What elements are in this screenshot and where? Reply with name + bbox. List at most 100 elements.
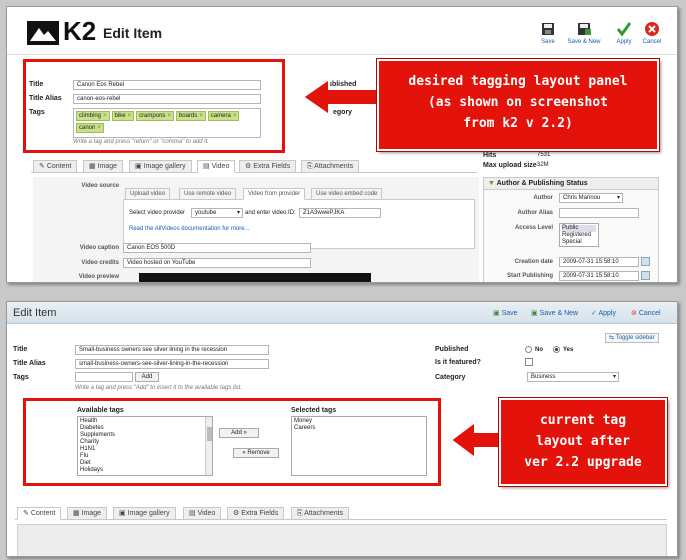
content-editor-area[interactable] bbox=[17, 524, 667, 556]
wrench-icon: ⚙ bbox=[233, 510, 242, 517]
video-id-input[interactable]: Z1A3wwePJKA bbox=[299, 208, 381, 218]
video-credits-input[interactable]: Video hosted on YouTube bbox=[123, 258, 311, 268]
image-icon: ▦ bbox=[89, 163, 98, 170]
callout-line: desired tagging layout panel bbox=[408, 74, 628, 89]
cancel-button[interactable]: ⊘ Cancel bbox=[631, 309, 661, 317]
cancel-icon: ⊘ bbox=[631, 310, 639, 317]
access-option[interactable]: Public bbox=[562, 225, 596, 232]
doc-icon: ✎ bbox=[23, 510, 31, 517]
subtab-remote-video[interactable]: Use remote video bbox=[179, 188, 237, 200]
callout-line: from k2 v 2.2) bbox=[463, 116, 573, 131]
published-yes-label: Yes bbox=[563, 347, 574, 353]
author-publishing-header[interactable]: ▼ Author & Publishing Status bbox=[484, 178, 658, 190]
title-label: Title bbox=[13, 346, 28, 353]
callout-line: (as shown on screenshot bbox=[427, 95, 608, 110]
callout-arrow-left-icon bbox=[301, 77, 379, 117]
featured-checkbox[interactable] bbox=[525, 358, 533, 366]
tab-image-gallery[interactable]: ▣ Image gallery bbox=[113, 507, 176, 520]
bottom-header: Edit Item ▣ Save ▣ Save & New ✓ Apply ⊘ … bbox=[7, 302, 677, 324]
chevron-down-icon: ▾ bbox=[612, 374, 616, 380]
tab-attachments[interactable]: ⎘ Attachments bbox=[291, 507, 350, 520]
tab-content[interactable]: ✎ Content bbox=[33, 160, 78, 173]
provider-select[interactable]: youtube ▾ bbox=[191, 208, 243, 218]
video-source-box bbox=[123, 199, 475, 249]
cancel-button[interactable]: Cancel bbox=[631, 21, 673, 45]
apply-label: Apply bbox=[616, 39, 632, 45]
tag-input[interactable] bbox=[75, 372, 133, 382]
apply-button[interactable]: ✓ Apply bbox=[591, 309, 616, 317]
callout-line: layout after bbox=[536, 434, 630, 449]
gallery-icon: ▣ bbox=[119, 510, 128, 517]
video-caption-input[interactable]: Canon EOS 500D bbox=[123, 243, 311, 253]
subtab-upload-video[interactable]: Upload video bbox=[125, 188, 171, 200]
published-no-radio[interactable] bbox=[525, 346, 532, 353]
film-icon: ▤ bbox=[189, 510, 198, 517]
allvideos-docs-link[interactable]: Read the AllVideos documentation for mor… bbox=[129, 226, 250, 232]
hits-label: Hits bbox=[483, 152, 497, 159]
calendar-icon[interactable] bbox=[641, 271, 650, 280]
film-icon: ▤ bbox=[203, 163, 212, 170]
category-label: Category bbox=[435, 374, 466, 381]
expand-arrow-icon: ▼ bbox=[488, 180, 497, 187]
max-upload-label: Max upload size bbox=[483, 162, 537, 169]
tab-image-gallery[interactable]: ▣ Image gallery bbox=[129, 160, 192, 173]
tab-attachments[interactable]: ⎘ Attachments bbox=[301, 160, 360, 173]
current-layout-highlight bbox=[23, 398, 441, 486]
gallery-icon: ▣ bbox=[135, 163, 144, 170]
video-preview-player[interactable] bbox=[139, 273, 371, 282]
tags-hint: Write a tag and press "Add" to insert it… bbox=[75, 385, 243, 391]
top-screenshot-panel: K2 Edit Item Save Save & New Apply Cance… bbox=[6, 6, 678, 283]
save-button[interactable]: ▣ Save bbox=[493, 309, 518, 317]
subtab-embed-code[interactable]: Use video embed code bbox=[311, 188, 383, 200]
desired-layout-highlight bbox=[23, 59, 285, 153]
calendar-icon[interactable] bbox=[641, 257, 650, 266]
callout-line: ver 2.2 upgrade bbox=[524, 455, 642, 470]
published-yes-radio[interactable] bbox=[553, 346, 560, 353]
access-level-label: Access Level bbox=[514, 225, 553, 231]
tab-image[interactable]: ▦ Image bbox=[67, 507, 108, 520]
subtab-video-provider[interactable]: Video from provider bbox=[243, 188, 306, 200]
title-input[interactable]: Small-business owners see silver lining … bbox=[75, 345, 269, 355]
select-provider-label: Select video provider bbox=[129, 210, 186, 216]
doc-icon: ✎ bbox=[39, 163, 47, 170]
access-option[interactable]: Special bbox=[562, 239, 596, 246]
callout-arrow-left-icon bbox=[449, 420, 507, 460]
k2-logo-icon bbox=[27, 21, 59, 45]
tab-extra-fields[interactable]: ⚙ Extra Fields bbox=[239, 160, 297, 173]
tab-extra-fields[interactable]: ⚙ Extra Fields bbox=[227, 507, 285, 520]
video-preview-label: Video preview bbox=[78, 274, 119, 280]
creation-date-input[interactable]: 2009-07-31 15:58:10 bbox=[559, 257, 639, 267]
checkmark-icon bbox=[616, 22, 632, 37]
author-alias-input[interactable] bbox=[559, 208, 639, 218]
author-select[interactable]: Chris Marinou ▾ bbox=[559, 193, 623, 203]
tab-video[interactable]: ▤ Video bbox=[197, 160, 236, 173]
title-alias-input[interactable]: small-business-owners-see-silver-lining-… bbox=[75, 359, 269, 369]
wrench-icon: ⚙ bbox=[245, 163, 254, 170]
save-new-button[interactable]: ▣ Save & New bbox=[531, 309, 578, 317]
chevron-down-icon: ▾ bbox=[616, 195, 620, 201]
tab-video[interactable]: ▤ Video bbox=[183, 507, 222, 520]
save-new-button[interactable]: Save & New bbox=[561, 21, 607, 45]
desired-layout-callout: desired tagging layout panel (as shown o… bbox=[376, 58, 660, 152]
access-option[interactable]: Registered bbox=[562, 232, 596, 239]
start-publishing-input[interactable]: 2009-07-31 15:58:10 bbox=[559, 271, 639, 281]
k2-logo-text: K2 bbox=[63, 16, 97, 46]
cancel-icon bbox=[645, 22, 659, 36]
top-header: K2 Edit Item Save Save & New Apply Cance… bbox=[7, 7, 677, 55]
tab-image[interactable]: ▦ Image bbox=[83, 160, 124, 173]
access-level-list[interactable]: Public Registered Special bbox=[559, 223, 599, 247]
published-label: Published bbox=[435, 346, 469, 353]
page-title: Edit Item bbox=[13, 307, 57, 319]
chevron-down-icon: ▾ bbox=[236, 210, 240, 216]
floppy-icon: ▣ bbox=[493, 310, 502, 317]
add-tag-button[interactable]: Add bbox=[135, 372, 159, 382]
toggle-sidebar-button[interactable]: ⇆ Toggle sidebar bbox=[605, 333, 659, 343]
hits-value: 7531 bbox=[537, 152, 551, 158]
cancel-label: Cancel bbox=[642, 39, 662, 45]
category-select[interactable]: Business ▾ bbox=[527, 372, 619, 382]
image-icon: ▦ bbox=[73, 510, 82, 517]
floppy-plus-icon bbox=[578, 23, 591, 35]
video-caption-label: Video caption bbox=[79, 245, 119, 251]
tab-content[interactable]: ✎ Content bbox=[17, 507, 62, 520]
video-credits-label: Video credits bbox=[81, 260, 119, 266]
